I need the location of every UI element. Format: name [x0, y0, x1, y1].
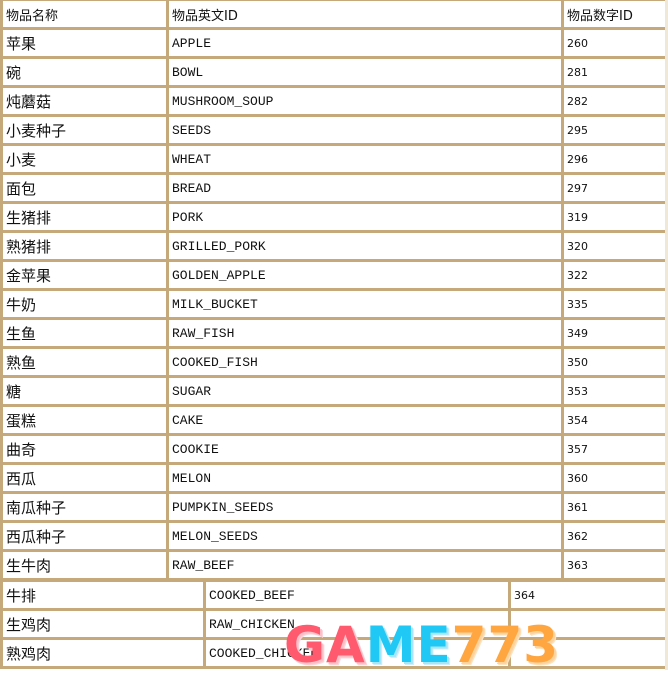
cell-english-id: CAKE — [169, 407, 561, 433]
cell-numeric-id: 350 — [564, 349, 665, 375]
cell-item-name: 糖 — [3, 378, 166, 404]
table-row: 面包 BREAD 297 — [3, 175, 665, 201]
table-row: 牛排 COOKED_BEEF 364 — [3, 582, 665, 608]
cell-numeric-id: 297 — [564, 175, 665, 201]
table-row: 生鱼 RAW_FISH 349 — [3, 320, 665, 346]
cell-item-name: 熟鸡肉 — [3, 640, 203, 666]
table-row: 金苹果 GOLDEN_APPLE 322 — [3, 262, 665, 288]
header-english-id: 物品英文ID — [169, 1, 561, 27]
cell-numeric-id: 319 — [564, 204, 665, 230]
table-row: 小麦 WHEAT 296 — [3, 146, 665, 172]
cell-english-id: MELON_SEEDS — [169, 523, 561, 549]
table-row: 西瓜种子 MELON_SEEDS 362 — [3, 523, 665, 549]
cell-item-name: 小麦种子 — [3, 117, 166, 143]
cell-item-name: 生猪排 — [3, 204, 166, 230]
cell-item-name: 碗 — [3, 59, 166, 85]
table-row: 牛奶 MILK_BUCKET 335 — [3, 291, 665, 317]
cell-item-name: 曲奇 — [3, 436, 166, 462]
cell-item-name: 小麦 — [3, 146, 166, 172]
cell-english-id: MUSHROOM_SOUP — [169, 88, 561, 114]
cell-item-name: 牛排 — [3, 582, 203, 608]
cell-english-id: APPLE — [169, 30, 561, 56]
cell-numeric-id: 322 — [564, 262, 665, 288]
header-numeric-id: 物品数字ID — [564, 1, 665, 27]
cell-english-id: PUMPKIN_SEEDS — [169, 494, 561, 520]
table-row: 小麦种子 SEEDS 295 — [3, 117, 665, 143]
watermark-part-773: 773 — [451, 616, 560, 674]
cell-english-id: SEEDS — [169, 117, 561, 143]
cell-item-name: 生鱼 — [3, 320, 166, 346]
table-row: 熟鱼 COOKED_FISH 350 — [3, 349, 665, 375]
cell-english-id: BREAD — [169, 175, 561, 201]
cell-item-name: 面包 — [3, 175, 166, 201]
table-row: 南瓜种子 PUMPKIN_SEEDS 361 — [3, 494, 665, 520]
header-item-name: 物品名称 — [3, 1, 166, 27]
cell-english-id: MELON — [169, 465, 561, 491]
cell-numeric-id: 357 — [564, 436, 665, 462]
cell-english-id: GRILLED_PORK — [169, 233, 561, 259]
table-row: 糖 SUGAR 353 — [3, 378, 665, 404]
table-row: 西瓜 MELON 360 — [3, 465, 665, 491]
cell-item-name: 生牛肉 — [3, 552, 166, 578]
cell-english-id: PORK — [169, 204, 561, 230]
item-id-table: 物品名称 物品英文ID 物品数字ID 苹果 APPLE 260 碗 BOWL 281 炖蘑菇… — [0, 0, 668, 581]
cell-numeric-id: 282 — [564, 88, 665, 114]
cell-item-name: 西瓜种子 — [3, 523, 166, 549]
table-row: 苹果 APPLE 260 — [3, 30, 665, 56]
cell-numeric-id: 281 — [564, 59, 665, 85]
cell-english-id: SUGAR — [169, 378, 561, 404]
watermark-part-ga: GA — [284, 616, 366, 674]
table-row: 生猪排 PORK 319 — [3, 204, 665, 230]
cell-english-id: WHEAT — [169, 146, 561, 172]
cell-numeric-id: 296 — [564, 146, 665, 172]
table-row: 炖蘑菇 MUSHROOM_SOUP 282 — [3, 88, 665, 114]
cell-numeric-id: 363 — [564, 552, 665, 578]
cell-numeric-id: 362 — [564, 523, 665, 549]
cell-item-name: 牛奶 — [3, 291, 166, 317]
table-header-row: 物品名称 物品英文ID 物品数字ID — [3, 1, 665, 27]
cell-english-id: RAW_FISH — [169, 320, 561, 346]
table-row: 蛋糕 CAKE 354 — [3, 407, 665, 433]
cell-numeric-id: 295 — [564, 117, 665, 143]
cell-numeric-id: 260 — [564, 30, 665, 56]
cell-item-name: 炖蘑菇 — [3, 88, 166, 114]
cell-item-name: 西瓜 — [3, 465, 166, 491]
cell-english-id: COOKIE — [169, 436, 561, 462]
cell-item-name: 苹果 — [3, 30, 166, 56]
watermark-part-me: ME — [365, 616, 452, 674]
cell-numeric-id: 320 — [564, 233, 665, 259]
cell-english-id: BOWL — [169, 59, 561, 85]
cell-numeric-id: 361 — [564, 494, 665, 520]
cell-english-id: COOKED_BEEF — [206, 582, 508, 608]
cell-numeric-id: 353 — [564, 378, 665, 404]
table-row: 曲奇 COOKIE 357 — [3, 436, 665, 462]
table-row: 熟猪排 GRILLED_PORK 320 — [3, 233, 665, 259]
game773-watermark-logo: GA ME 773 — [284, 614, 560, 674]
cell-numeric-id: 360 — [564, 465, 665, 491]
cell-item-name: 南瓜种子 — [3, 494, 166, 520]
cell-item-name: 金苹果 — [3, 262, 166, 288]
cell-item-name: 熟鱼 — [3, 349, 166, 375]
cell-numeric-id: 335 — [564, 291, 665, 317]
cell-item-name: 生鸡肉 — [3, 611, 203, 637]
cell-numeric-id: 349 — [564, 320, 665, 346]
table-row: 生牛肉 RAW_BEEF 363 — [3, 552, 665, 578]
cell-numeric-id: 354 — [564, 407, 665, 433]
cell-english-id: COOKED_FISH — [169, 349, 561, 375]
cell-item-name: 蛋糕 — [3, 407, 166, 433]
cell-numeric-id: 364 — [511, 582, 665, 608]
cell-english-id: GOLDEN_APPLE — [169, 262, 561, 288]
cell-english-id: MILK_BUCKET — [169, 291, 561, 317]
cell-english-id: RAW_BEEF — [169, 552, 561, 578]
cell-item-name: 熟猪排 — [3, 233, 166, 259]
table-row: 碗 BOWL 281 — [3, 59, 665, 85]
